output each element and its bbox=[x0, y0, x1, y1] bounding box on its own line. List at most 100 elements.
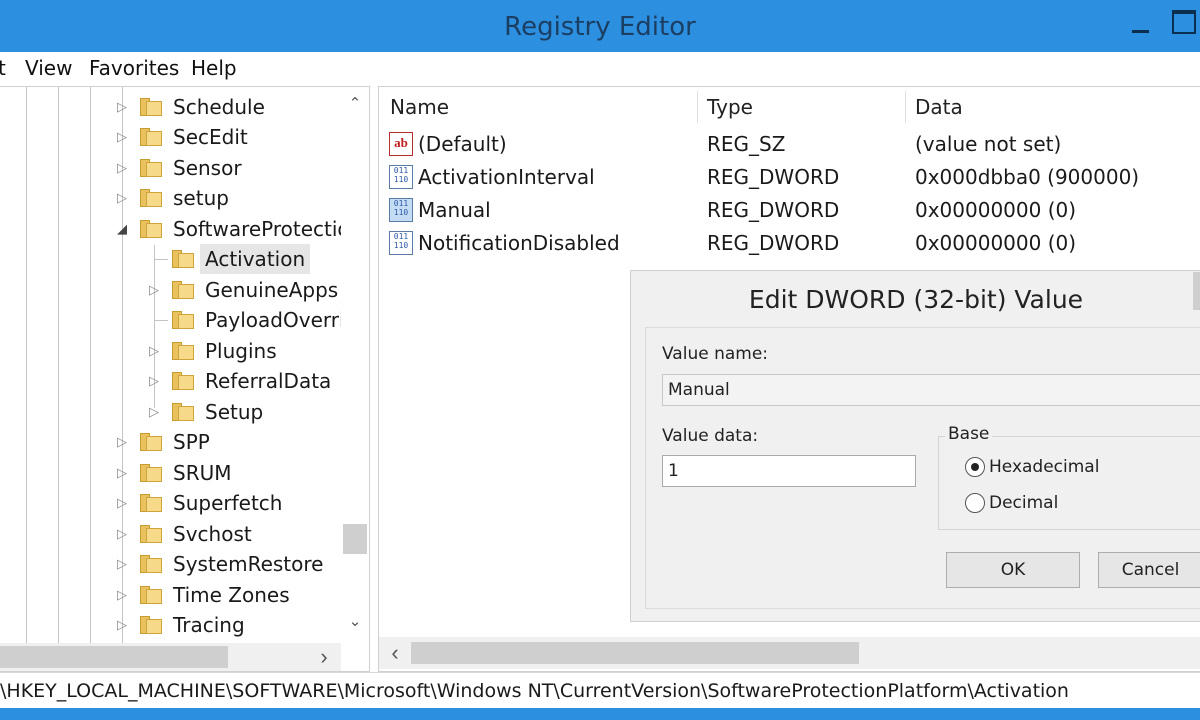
menu-bar bbox=[0, 52, 1200, 86]
expand-icon[interactable]: ▷ bbox=[115, 488, 129, 518]
menu-view[interactable]: View bbox=[25, 56, 72, 80]
tree-node-label: Activation bbox=[200, 244, 311, 274]
base-groupbox: Base Hexadecimal Decimal bbox=[938, 424, 1200, 530]
tree-node-timezones[interactable]: ▷ Time Zones bbox=[0, 580, 341, 610]
radio-hexadecimal[interactable]: Hexadecimal bbox=[965, 455, 1165, 479]
scroll-right-icon[interactable]: › bbox=[310, 642, 338, 671]
window-title: Registry Editor bbox=[504, 12, 696, 42]
value-row-default[interactable]: ab (Default) REG_SZ (value not set) bbox=[379, 128, 1200, 161]
tree-node-systemrestore[interactable]: ▷ SystemRestore bbox=[0, 549, 341, 579]
column-header-name[interactable]: Name bbox=[390, 95, 449, 119]
radio-checked-icon[interactable] bbox=[965, 457, 985, 477]
binary-value-icon: 011 110 bbox=[389, 231, 413, 255]
value-name: (Default) bbox=[418, 132, 507, 156]
tree-node-label: Tracing bbox=[173, 613, 245, 637]
value-row-manual[interactable]: 011 110 Manual REG_DWORD 0x00000000 (0) bbox=[379, 194, 1200, 227]
scroll-thumb[interactable] bbox=[343, 524, 367, 554]
radio-unchecked-icon[interactable] bbox=[965, 493, 985, 513]
tree-node-label: ReferralData bbox=[205, 369, 332, 393]
expand-icon[interactable]: ▷ bbox=[115, 458, 129, 488]
window-border bbox=[0, 708, 1200, 720]
scroll-thumb[interactable] bbox=[411, 642, 859, 664]
binary-value-icon: 011 110 bbox=[389, 165, 413, 189]
tree-node-srum[interactable]: ▷ SRUM bbox=[0, 458, 341, 488]
expand-icon[interactable]: ▷ bbox=[147, 275, 161, 305]
expand-icon[interactable]: ▷ bbox=[147, 366, 161, 396]
cancel-button[interactable]: Cancel bbox=[1098, 552, 1200, 588]
tree-node-superfetch[interactable]: ▷ Superfetch bbox=[0, 488, 341, 518]
scroll-left-icon[interactable]: ‹ bbox=[381, 638, 409, 668]
tree-node-schedule[interactable]: ▷ Schedule bbox=[0, 92, 341, 122]
tree-node-activation[interactable]: Activation bbox=[0, 244, 341, 274]
tree-node-tracing[interactable]: ▷ Tracing bbox=[0, 610, 341, 640]
tree-node-plugins[interactable]: ▷ Plugins bbox=[0, 336, 341, 366]
folder-icon bbox=[140, 189, 162, 207]
scroll-up-icon[interactable]: ⌃ bbox=[341, 89, 369, 119]
folder-icon bbox=[140, 525, 162, 543]
value-row-activationinterval[interactable]: 011 110 ActivationInterval REG_DWORD 0x0… bbox=[379, 161, 1200, 194]
folder-icon bbox=[140, 433, 162, 451]
tree-node-label: SystemRestore bbox=[173, 552, 324, 576]
tree-node-spp[interactable]: ▷ SPP bbox=[0, 427, 341, 457]
folder-icon bbox=[140, 555, 162, 573]
tree-node-setup-sub[interactable]: ▷ Setup bbox=[0, 397, 341, 427]
value-name-field[interactable]: Manual bbox=[662, 374, 1200, 406]
folder-icon bbox=[140, 128, 162, 146]
radio-decimal[interactable]: Decimal bbox=[965, 491, 1165, 515]
tree-node-setup[interactable]: ▷ setup bbox=[0, 183, 341, 213]
value-data: 0x00000000 (0) bbox=[915, 198, 1077, 222]
tree-node-label: Time Zones bbox=[173, 583, 290, 607]
tree-node-label: SPP bbox=[173, 430, 210, 454]
expand-icon[interactable]: ▷ bbox=[115, 580, 129, 610]
expand-icon[interactable]: ▷ bbox=[115, 610, 129, 640]
tree-node-referraldata[interactable]: ▷ ReferralData bbox=[0, 366, 341, 396]
base-label: Base bbox=[945, 424, 993, 444]
tree-node-payloadoverrides[interactable]: PayloadOverrides bbox=[0, 305, 369, 335]
scroll-thumb[interactable] bbox=[0, 646, 228, 668]
tree-node-genuineapps[interactable]: ▷ GenuineApps bbox=[0, 275, 341, 305]
list-horizontal-scrollbar[interactable]: ‹ bbox=[379, 637, 1200, 669]
value-data-field[interactable]: 1 bbox=[662, 455, 916, 487]
tree-node-softwareprotectionplatform[interactable]: ◢ SoftwareProtectionPlatform bbox=[0, 214, 369, 244]
value-name: NotificationDisabled bbox=[418, 231, 620, 255]
value-type: REG_SZ bbox=[707, 132, 786, 156]
column-divider[interactable] bbox=[697, 91, 698, 123]
expand-icon[interactable]: ▷ bbox=[115, 92, 129, 122]
tree-node-secedit[interactable]: ▷ SecEdit bbox=[0, 122, 341, 152]
maximize-icon[interactable] bbox=[1172, 10, 1196, 34]
dialog-title: Edit DWORD (32-bit) Value bbox=[748, 285, 1084, 314]
column-header-type[interactable]: Type bbox=[707, 95, 753, 119]
tree-node-label: Svchost bbox=[173, 522, 252, 546]
expand-icon[interactable]: ▷ bbox=[115, 153, 129, 183]
status-bar: \HKEY_LOCAL_MACHINE\SOFTWARE\Microsoft\W… bbox=[0, 672, 1200, 709]
value-row-notificationdisabled[interactable]: 011 110 NotificationDisabled REG_DWORD 0… bbox=[379, 227, 1200, 260]
expand-icon[interactable]: ▷ bbox=[115, 183, 129, 213]
expand-icon[interactable]: ▷ bbox=[147, 397, 161, 427]
scroll-down-icon[interactable]: ⌄ bbox=[341, 607, 369, 637]
expand-icon[interactable]: ▷ bbox=[115, 549, 129, 579]
key-tree-pane[interactable]: ▷ Schedule ▷ SecEdit ▷ Sensor ▷ setup ◢ … bbox=[0, 86, 370, 672]
tree-horizontal-scrollbar[interactable]: › bbox=[0, 643, 341, 671]
collapse-icon[interactable]: ◢ bbox=[115, 214, 129, 244]
value-name: Manual bbox=[418, 198, 491, 222]
column-header-data[interactable]: Data bbox=[915, 95, 963, 119]
dialog-edge bbox=[1193, 272, 1200, 310]
menu-favorites[interactable]: Favorites bbox=[89, 56, 179, 80]
ok-button[interactable]: OK bbox=[946, 552, 1080, 588]
value-data-label: Value data: bbox=[662, 426, 759, 446]
menu-edit[interactable]: t bbox=[0, 56, 6, 80]
expand-icon[interactable]: ▷ bbox=[115, 519, 129, 549]
menu-help[interactable]: Help bbox=[191, 56, 237, 80]
tree-node-sensor[interactable]: ▷ Sensor bbox=[0, 153, 341, 183]
radio-label: Decimal bbox=[989, 493, 1059, 513]
column-divider[interactable] bbox=[905, 91, 906, 123]
expand-icon[interactable]: ▷ bbox=[115, 427, 129, 457]
folder-icon bbox=[140, 159, 162, 177]
key-path: \HKEY_LOCAL_MACHINE\SOFTWARE\Microsoft\W… bbox=[0, 680, 1069, 702]
tree-vertical-scrollbar[interactable]: ⌃ ⌄ bbox=[341, 87, 369, 643]
minimize-icon[interactable] bbox=[1128, 12, 1154, 38]
folder-icon bbox=[140, 494, 162, 512]
expand-icon[interactable]: ▷ bbox=[147, 336, 161, 366]
expand-icon[interactable]: ▷ bbox=[115, 122, 129, 152]
tree-node-svchost[interactable]: ▷ Svchost bbox=[0, 519, 341, 549]
